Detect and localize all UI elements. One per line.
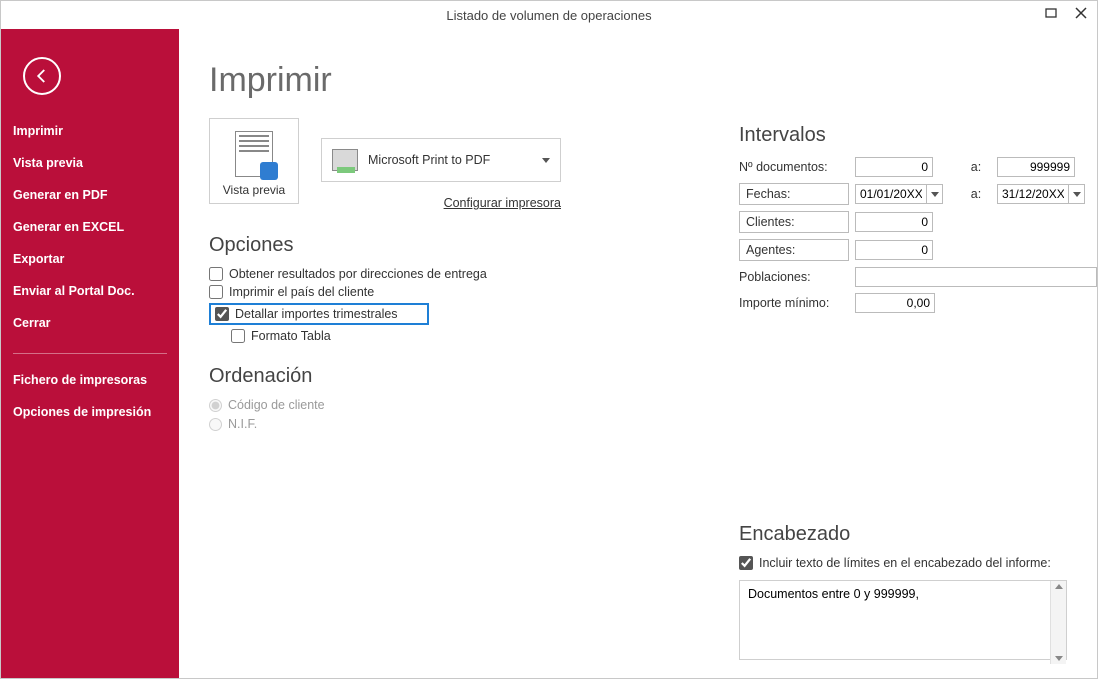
sidebar-item-fichero-impresoras[interactable]: Fichero de impresoras <box>1 364 179 396</box>
scroll-up-icon[interactable] <box>1055 584 1063 589</box>
fecha-to-input[interactable] <box>997 184 1069 204</box>
sidebar-item-exportar[interactable]: Exportar <box>1 243 179 275</box>
intervalos-heading: Intervalos <box>739 124 1067 147</box>
textarea-scrollbar[interactable] <box>1050 581 1066 664</box>
fecha-to-dropdown[interactable] <box>1069 184 1085 204</box>
opt-formato-tabla-checkbox[interactable] <box>231 329 245 343</box>
opt-trimestrales-row[interactable]: Detallar importes trimestrales <box>215 307 423 321</box>
opciones-heading: Opciones <box>209 234 569 257</box>
orden-nif-label: N.I.F. <box>228 417 257 431</box>
orden-nif-radio[interactable] <box>209 418 222 431</box>
vista-previa-button[interactable]: Vista previa <box>209 118 299 204</box>
close-icon[interactable] <box>1071 3 1091 23</box>
ndoc-from-input[interactable] <box>855 157 933 177</box>
ndoc-to-input[interactable] <box>997 157 1075 177</box>
incluir-texto-checkbox[interactable] <box>739 556 753 570</box>
arrow-left-icon <box>33 67 51 85</box>
orden-nif-row[interactable]: N.I.F. <box>209 417 569 431</box>
incluir-texto-row[interactable]: Incluir texto de límites en el encabezad… <box>739 556 1067 570</box>
sidebar-separator <box>13 353 167 354</box>
maximize-icon[interactable] <box>1041 3 1061 23</box>
opt-trimestrales-label: Detallar importes trimestrales <box>235 307 398 321</box>
opt-direcciones-checkbox[interactable] <box>209 267 223 281</box>
opt-formato-tabla-row[interactable]: Formato Tabla <box>231 329 569 343</box>
printer-name: Microsoft Print to PDF <box>368 153 532 167</box>
chevron-down-icon <box>931 192 939 197</box>
poblaciones-from-input[interactable] <box>855 267 1097 287</box>
configure-printer-link[interactable]: Configurar impresora <box>444 196 561 210</box>
chevron-down-icon <box>542 158 550 163</box>
opt-direcciones-label: Obtener resultados por direcciones de en… <box>229 267 487 281</box>
printer-icon <box>332 149 358 171</box>
ordenacion-heading: Ordenación <box>209 365 569 388</box>
orden-codigo-row[interactable]: Código de cliente <box>209 398 569 412</box>
fechas-label-button[interactable]: Fechas: <box>739 183 849 205</box>
a-label-1: a: <box>961 160 991 174</box>
chevron-down-icon <box>1073 192 1081 197</box>
a-label-2: a: <box>961 187 991 201</box>
encabezado-textarea[interactable] <box>739 580 1067 660</box>
opt-formato-tabla-label: Formato Tabla <box>251 329 331 343</box>
vista-previa-label: Vista previa <box>223 183 285 197</box>
sidebar-item-vista-previa[interactable]: Vista previa <box>1 147 179 179</box>
orden-codigo-label: Código de cliente <box>228 398 325 412</box>
scroll-down-icon[interactable] <box>1055 656 1063 661</box>
sidebar-item-enviar-portal[interactable]: Enviar al Portal Doc. <box>1 275 179 307</box>
poblaciones-label: Poblaciones: <box>739 268 849 286</box>
page-title: Imprimir <box>209 61 1067 100</box>
agentes-from-input[interactable] <box>855 240 933 260</box>
opt-pais-row[interactable]: Imprimir el país del cliente <box>209 285 569 299</box>
document-preview-icon <box>235 131 273 177</box>
clientes-from-input[interactable] <box>855 212 933 232</box>
titlebar: Listado de volumen de operaciones <box>1 1 1097 29</box>
back-button[interactable] <box>23 57 61 95</box>
incluir-texto-label: Incluir texto de límites en el encabezad… <box>759 556 1051 570</box>
opt-direcciones-row[interactable]: Obtener resultados por direcciones de en… <box>209 267 569 281</box>
sidebar-item-cerrar[interactable]: Cerrar <box>1 307 179 339</box>
sidebar-item-opciones-impresion[interactable]: Opciones de impresión <box>1 396 179 428</box>
opt-trimestrales-checkbox[interactable] <box>215 307 229 321</box>
encabezado-heading: Encabezado <box>739 523 1067 546</box>
clientes-label-button[interactable]: Clientes: <box>739 211 849 233</box>
agentes-label-button[interactable]: Agentes: <box>739 239 849 261</box>
window-title: Listado de volumen de operaciones <box>446 8 651 23</box>
opt-trimestrales-highlight: Detallar importes trimestrales <box>209 303 429 325</box>
importe-min-label: Importe mínimo: <box>739 294 849 312</box>
sidebar-item-imprimir[interactable]: Imprimir <box>1 115 179 147</box>
importe-min-input[interactable] <box>855 293 935 313</box>
fecha-from-input[interactable] <box>855 184 927 204</box>
sidebar-item-generar-pdf[interactable]: Generar en PDF <box>1 179 179 211</box>
sidebar: Imprimir Vista previa Generar en PDF Gen… <box>1 29 179 678</box>
ndoc-label: Nº documentos: <box>739 158 849 176</box>
fecha-from-dropdown[interactable] <box>927 184 943 204</box>
opt-pais-label: Imprimir el país del cliente <box>229 285 374 299</box>
opt-pais-checkbox[interactable] <box>209 285 223 299</box>
orden-codigo-radio[interactable] <box>209 399 222 412</box>
printer-dropdown[interactable]: Microsoft Print to PDF <box>321 138 561 182</box>
sidebar-item-generar-excel[interactable]: Generar en EXCEL <box>1 211 179 243</box>
